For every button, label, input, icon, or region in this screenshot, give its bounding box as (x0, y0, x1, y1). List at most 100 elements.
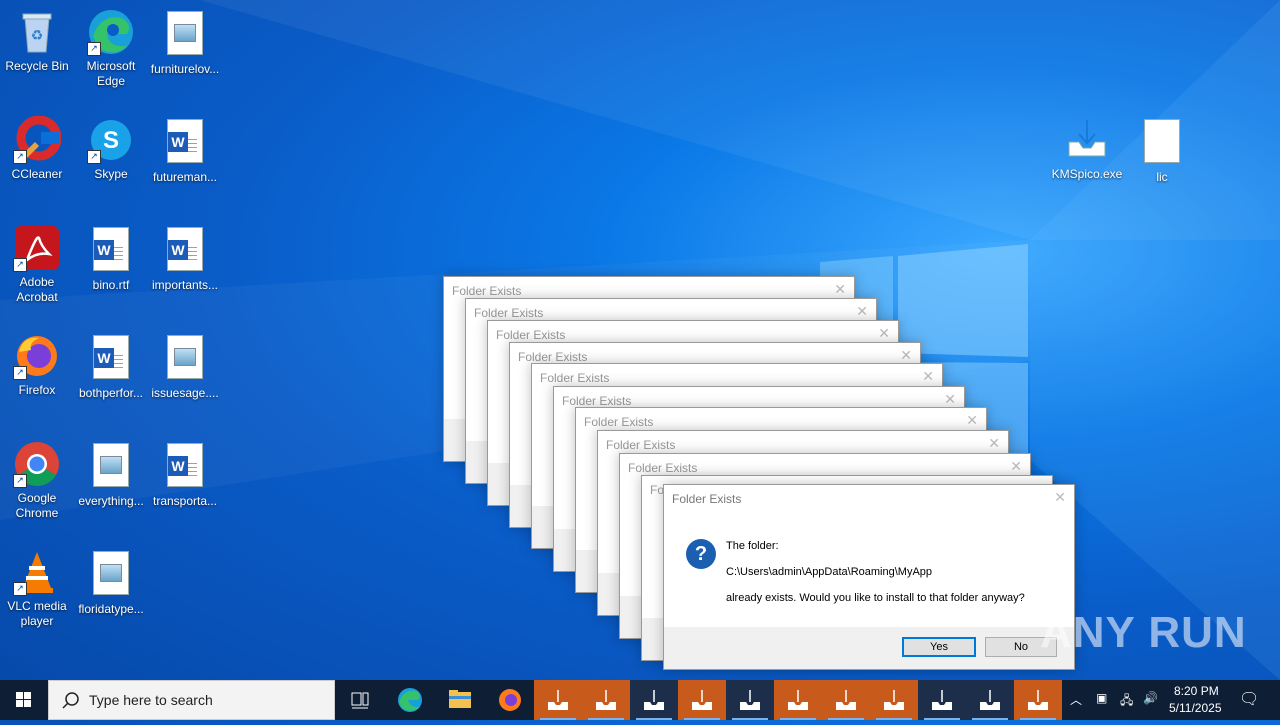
desktop-icon-ccleaner[interactable]: ↗ CCleaner (0, 115, 74, 182)
taskbar-installer-window[interactable] (966, 680, 1014, 720)
close-icon[interactable]: ✕ (878, 325, 890, 342)
desktop-icon-everything[interactable]: everything... (74, 440, 148, 509)
desktop-icon-label: KMSpico.exe (1051, 167, 1123, 181)
taskbar-installer-window[interactable] (870, 680, 918, 720)
desktop-icon-label: bino.rtf (92, 278, 130, 292)
desktop-icon-microsoft-edge[interactable]: ↗ Microsoft Edge (74, 8, 148, 89)
search-icon (62, 692, 79, 709)
taskbar-search-box[interactable]: Type here to search (48, 680, 335, 720)
taskbar-installer-window[interactable] (774, 680, 822, 720)
close-icon[interactable]: ✕ (922, 368, 934, 385)
word-doc-icon: W (87, 227, 135, 275)
installer-icon (932, 690, 952, 710)
svg-text:S: S (103, 127, 119, 154)
close-icon[interactable]: ✕ (856, 303, 868, 320)
taskbar: Type here to search ︿ ▣ 🖧 🔊 8:20 PM 5/11… (0, 680, 1280, 720)
desktop-icon-google-chrome[interactable]: ↗ Google Chrome (0, 440, 74, 521)
desktop-icon-floridatype[interactable]: floridatype... (74, 548, 148, 617)
clock-time[interactable]: 8:20 PM (1174, 684, 1219, 698)
folder-icon (449, 690, 471, 708)
dialog-title: Folder Exists (540, 371, 610, 385)
volume-icon[interactable]: 🔊 (1143, 691, 1158, 705)
taskbar-installer-window[interactable] (822, 680, 870, 720)
task-view-button[interactable] (336, 680, 384, 720)
desktop-icon-label: Recycle Bin (5, 59, 69, 73)
desktop-icon-label: Skype (94, 167, 128, 181)
task-view-icon (351, 692, 369, 709)
taskbar-edge[interactable] (386, 680, 434, 720)
clock-date[interactable]: 5/11/2025 (1169, 701, 1222, 715)
close-icon[interactable]: ✕ (988, 435, 1000, 452)
desktop-icon-issuesage[interactable]: issuesage.... (148, 332, 222, 401)
installer-icon (692, 690, 712, 710)
desktop-icon-furniturelov[interactable]: furniturelov... (148, 8, 222, 77)
notification-center-icon[interactable]: 🗨 (1239, 689, 1259, 709)
taskbar-installer-window[interactable] (534, 680, 582, 720)
edge-icon: ↗ (87, 8, 135, 56)
desktop-icon-firefox[interactable]: ↗ Firefox (0, 332, 74, 398)
network-icon[interactable]: 🖧 (1120, 691, 1133, 712)
close-icon[interactable]: ✕ (1054, 489, 1066, 506)
close-icon[interactable]: ✕ (834, 281, 846, 298)
search-placeholder: Type here to search (89, 692, 213, 708)
desktop-icon-skype[interactable]: S ↗ Skype (74, 116, 148, 182)
desktop-icon-recycle-bin[interactable]: ♻ Recycle Bin (0, 8, 74, 74)
taskbar-installer-window[interactable] (1014, 680, 1062, 720)
taskbar-installer-window[interactable] (630, 680, 678, 720)
taskbar-installer-window[interactable] (582, 680, 630, 720)
dialog-title: Folder Exists (474, 306, 544, 320)
desktop-icon-futureman[interactable]: W futureman... (148, 116, 222, 185)
close-icon[interactable]: ✕ (1010, 458, 1022, 475)
image-file-icon (161, 335, 209, 383)
start-button[interactable] (0, 680, 48, 720)
skype-icon: S ↗ (87, 116, 135, 164)
folder-exists-dialog[interactable]: Folder Exists ✕ ? The folder: C:\Users\a… (663, 484, 1075, 670)
desktop-icon-label: CCleaner (11, 167, 63, 181)
desktop-icon-label: VLC media player (7, 599, 67, 628)
yes-button[interactable]: Yes (902, 637, 976, 657)
desktop-icon-label: furniturelov... (150, 62, 220, 76)
tray-overflow-chevron-icon[interactable]: ︿ (1070, 691, 1082, 708)
desktop-icon-label: Firefox (18, 383, 56, 397)
word-doc-icon: W (161, 443, 209, 491)
dialog-title: Folder Exists (606, 438, 676, 452)
shortcut-arrow-icon: ↗ (13, 582, 27, 596)
desktop-icon-label: Microsoft Edge (86, 59, 136, 88)
desktop-icon-label: importants... (151, 278, 219, 292)
desktop-icon-vlc[interactable]: ↗ VLC media player (0, 548, 74, 629)
blank-file-icon (1138, 119, 1186, 167)
desktop-icon-kmspico[interactable]: KMSpico.exe (1050, 116, 1124, 182)
installer-icon (740, 690, 760, 710)
desktop-icon-lic[interactable]: lic (1125, 116, 1199, 185)
taskbar-installer-window[interactable] (918, 680, 966, 720)
installer-icon (548, 690, 568, 710)
close-icon[interactable]: ✕ (966, 412, 978, 429)
windows-logo-icon (16, 692, 31, 707)
close-icon[interactable]: ✕ (900, 347, 912, 364)
taskbar-installer-window[interactable] (678, 680, 726, 720)
desktop-icon-importants[interactable]: W importants... (148, 224, 222, 293)
desktop-icon-bino-rtf[interactable]: W bino.rtf (74, 224, 148, 293)
dialog-folder-path: C:\Users\admin\AppData\Roaming\MyApp (726, 566, 933, 578)
desktop-icon-label: bothperfor... (78, 386, 144, 400)
edge-icon (398, 688, 422, 712)
ccleaner-icon: ↗ (13, 115, 62, 164)
taskbar-file-explorer[interactable] (436, 680, 484, 720)
installer-icon (788, 690, 808, 710)
desktop-icon-adobe-acrobat[interactable]: ↗ Adobe Acrobat (0, 224, 74, 305)
desktop-icon-bothperfor[interactable]: W bothperfor... (74, 332, 148, 401)
tray-meet-now-icon[interactable]: ▣ (1096, 691, 1107, 705)
dialog-title: Folder Exists (518, 350, 588, 364)
dialog-title: Folder Exists (496, 328, 566, 342)
firefox-icon (499, 689, 521, 711)
taskbar-installer-window[interactable] (726, 680, 774, 720)
installer-icon (596, 690, 616, 710)
taskbar-firefox[interactable] (486, 680, 534, 720)
desktop-icon-transporta[interactable]: W transporta... (148, 440, 222, 509)
dialog-title: Folder Exists (562, 394, 632, 408)
close-icon[interactable]: ✕ (944, 391, 956, 408)
chrome-icon: ↗ (13, 440, 61, 488)
desktop-icon-label: Google Chrome (15, 491, 59, 520)
dialog-message-line1: The folder: (726, 540, 779, 552)
acrobat-icon: ↗ (13, 224, 61, 272)
